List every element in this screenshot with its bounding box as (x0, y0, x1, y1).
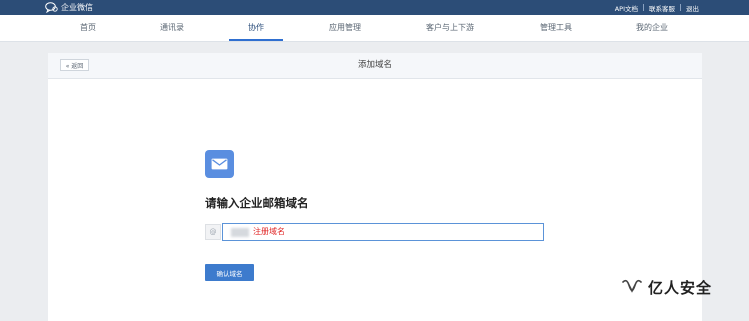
domain-input-value: 注册域名 (253, 227, 285, 236)
watermark-text: 亿人安全 (648, 278, 713, 297)
nav-item-management-tools[interactable]: 管理工具 (540, 15, 572, 41)
brand[interactable]: 企业微信 (45, 1, 93, 14)
nav-item-collaboration[interactable]: 协作 (248, 15, 264, 41)
mail-icon (205, 150, 234, 178)
domain-heading: 请输入企业邮箱域名 (205, 196, 309, 210)
confirm-domain-button[interactable]: 确认域名 (205, 264, 254, 281)
brand-name: 企业微信 (61, 3, 93, 12)
logout-link[interactable]: 退出 (681, 3, 704, 13)
card-header: 添加域名 « 返回 (48, 53, 702, 79)
nav-item-my-enterprise[interactable]: 我的企业 (636, 15, 668, 41)
main-nav: 首页 通讯录 协作 应用管理 客户与上下游 管理工具 我的企业 (0, 15, 749, 42)
redacted-text (231, 228, 249, 237)
watermark: 亿人安全 (622, 276, 712, 298)
nav-item-app-management[interactable]: 应用管理 (329, 15, 361, 41)
chat-bubble-icon (45, 2, 58, 14)
back-button[interactable]: « 返回 (60, 59, 89, 71)
domain-input[interactable]: 注册域名 (222, 223, 544, 241)
card-title: 添加域名 (357, 60, 392, 70)
wechat-channel-icon (622, 278, 642, 296)
contact-support-link[interactable]: 联系客服 (644, 3, 680, 13)
active-tab-indicator (229, 39, 283, 41)
top-bar: 企业微信 API文档 联系客服 退出 (0, 0, 749, 15)
page: 企业微信 API文档 联系客服 退出 首页 通讯录 协作 应用管理 客户与上下游… (0, 0, 749, 321)
add-domain-card: 添加域名 « 返回 请输入企业邮箱域名 @ 注册域名 确认域名 (48, 53, 702, 321)
nav-item-home[interactable]: 首页 (80, 15, 96, 41)
api-docs-link[interactable]: API文档 (610, 3, 643, 13)
top-links: API文档 联系客服 退出 (610, 0, 704, 15)
nav-item-contacts[interactable]: 通讯录 (160, 15, 184, 41)
at-prefix: @ (205, 224, 221, 240)
nav-item-customers[interactable]: 客户与上下游 (426, 15, 474, 41)
